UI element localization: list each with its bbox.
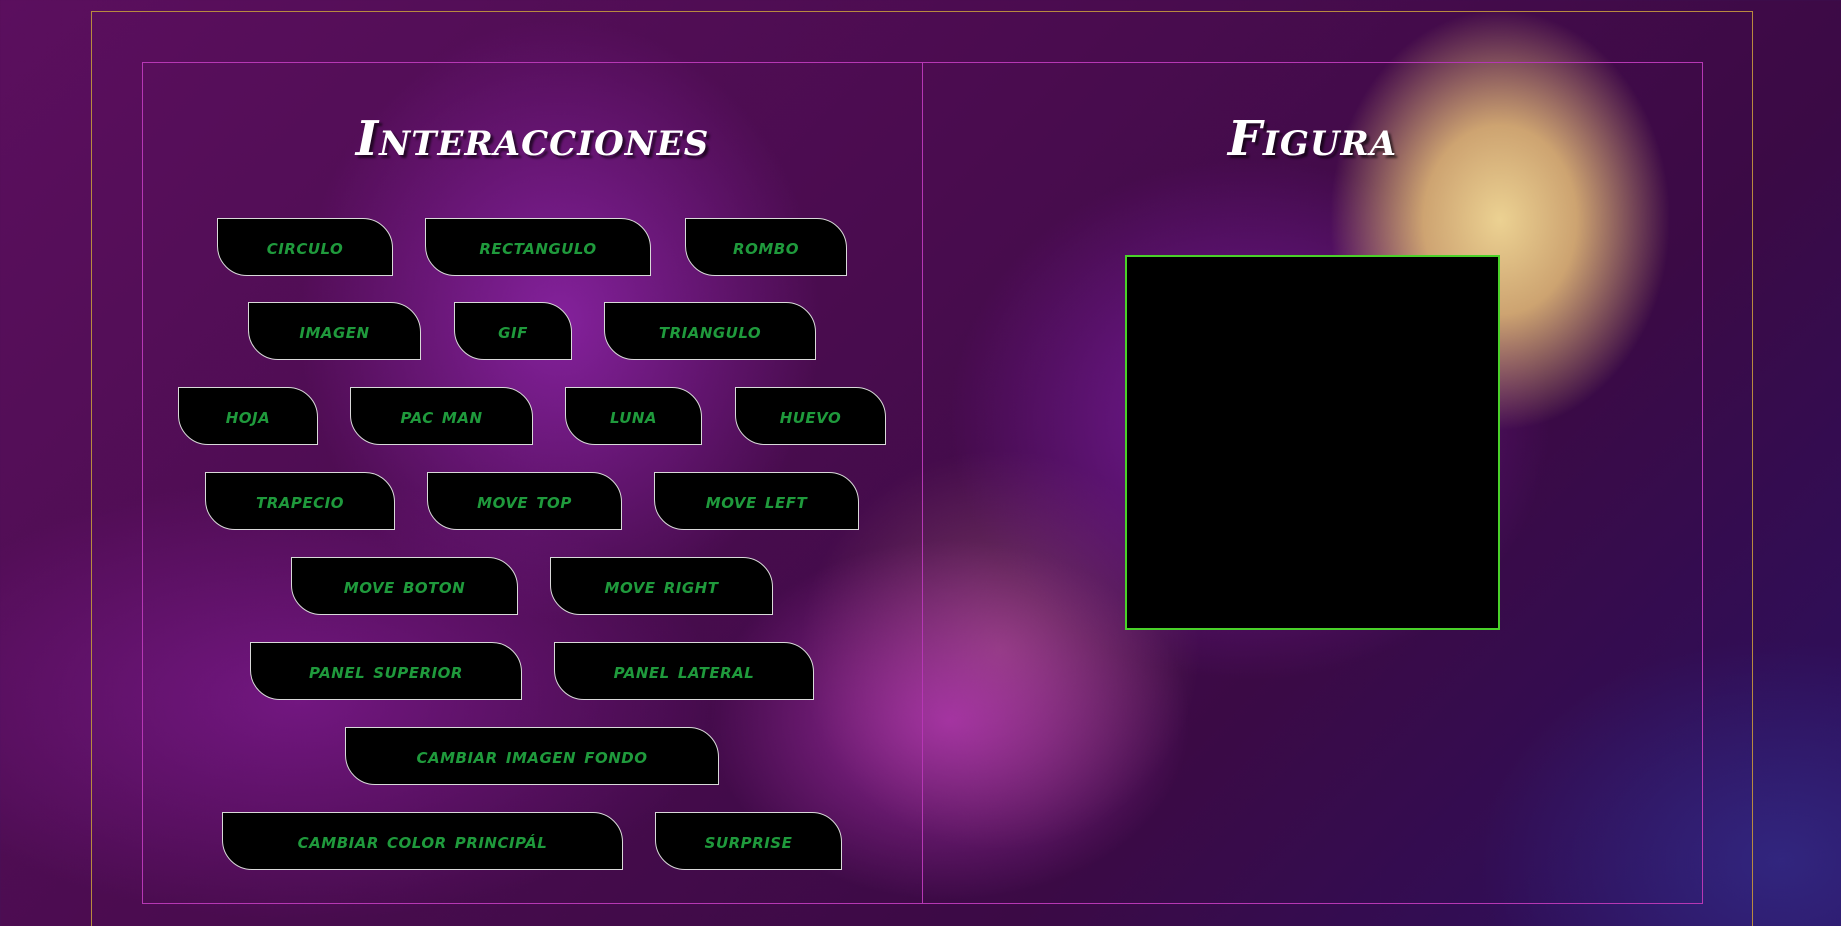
move-left-button[interactable]: MOVE LEFT	[654, 472, 859, 530]
trapecio-button[interactable]: TRAPECIO	[205, 472, 395, 530]
move-top-button[interactable]: MOVE TOP	[427, 472, 622, 530]
huevo-button[interactable]: HUEVO	[735, 387, 886, 445]
imagen-button[interactable]: IMAGEN	[248, 302, 421, 360]
cambiar-color-principal-button[interactable]: CAMBIAR COLOR PRINCIPÁL	[222, 812, 623, 870]
figure-title: Figura	[1227, 111, 1398, 167]
hoja-button[interactable]: HOJA	[178, 387, 318, 445]
triangulo-button[interactable]: TRIANGULO	[604, 302, 816, 360]
panel-superior-button[interactable]: PANEL SUPERIOR	[250, 642, 522, 700]
circulo-button[interactable]: CIRCULO	[217, 218, 393, 276]
surprise-button[interactable]: SURPRISE	[655, 812, 842, 870]
pac-man-button[interactable]: PAC MAN	[350, 387, 533, 445]
move-right-button[interactable]: MOVE RIGHT	[550, 557, 773, 615]
gif-button[interactable]: GIF	[454, 302, 572, 360]
interactions-title: Interacciones	[355, 111, 710, 167]
cambiar-imagen-fondo-button[interactable]: CAMBIAR IMAGEN FONDO	[345, 727, 719, 785]
move-boton-button[interactable]: MOVE BOTON	[291, 557, 518, 615]
luna-button[interactable]: LUNA	[565, 387, 702, 445]
panel-lateral-button[interactable]: PANEL LATERAL	[554, 642, 814, 700]
rombo-button[interactable]: ROMBO	[685, 218, 847, 276]
rectangulo-button[interactable]: RECTANGULO	[425, 218, 651, 276]
figure-canvas	[1125, 255, 1500, 630]
